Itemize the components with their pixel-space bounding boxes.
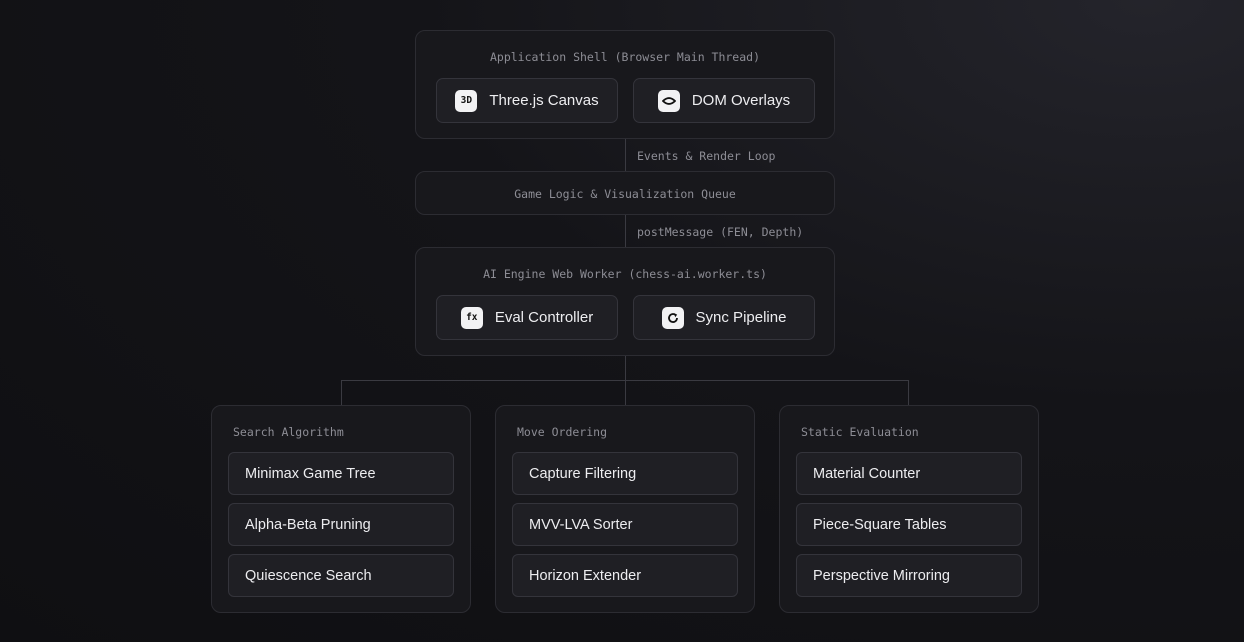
eval-controller-label: Eval Controller — [494, 309, 594, 326]
edge-label-events-render: Events & Render Loop — [637, 149, 776, 163]
sync-pipeline-chip[interactable]: Sync Pipeline — [633, 295, 815, 340]
threejs-canvas-label: Three.js Canvas — [489, 92, 599, 109]
game-logic-panel: Game Logic & Visualization Queue — [415, 171, 835, 215]
3d-icon: 3D — [455, 89, 478, 112]
search-algorithm-panel: Search Algorithm Minimax Game Tree Alpha… — [211, 405, 471, 613]
dom-overlays-label: DOM Overlays — [691, 92, 791, 109]
connector-branch-evaluation — [908, 380, 909, 405]
list-item[interactable]: Capture Filtering — [512, 452, 738, 495]
application-shell-title: Application Shell (Browser Main Thread) — [489, 50, 761, 64]
move-ordering-title: Move Ordering — [517, 425, 608, 439]
edge-label-postmessage: postMessage (FEN, Depth) — [637, 225, 804, 239]
list-item[interactable]: Quiescence Search — [228, 554, 454, 597]
list-item[interactable]: Perspective Mirroring — [796, 554, 1022, 597]
search-algorithm-title: Search Algorithm — [233, 425, 344, 439]
refresh-icon — [661, 306, 684, 329]
fx-icon: fx — [460, 306, 483, 329]
connector-branch-search — [341, 380, 342, 405]
list-item[interactable]: Minimax Game Tree — [228, 452, 454, 495]
sync-pipeline-label: Sync Pipeline — [695, 309, 787, 326]
connector-shell-logic — [625, 138, 626, 172]
static-evaluation-title: Static Evaluation — [801, 425, 919, 439]
dom-overlays-chip[interactable]: DOM Overlays — [633, 78, 815, 123]
ai-worker-title: AI Engine Web Worker (chess-ai.worker.ts… — [483, 267, 767, 281]
list-item[interactable]: Horizon Extender — [512, 554, 738, 597]
threejs-canvas-chip[interactable]: 3D Three.js Canvas — [436, 78, 618, 123]
connector-horizontal-bus — [341, 380, 909, 381]
move-ordering-panel: Move Ordering Capture Filtering MVV-LVA … — [495, 405, 755, 613]
list-item[interactable]: Alpha-Beta Pruning — [228, 503, 454, 546]
connector-logic-worker — [625, 214, 626, 248]
eval-controller-chip[interactable]: fx Eval Controller — [436, 295, 618, 340]
game-logic-title: Game Logic & Visualization Queue — [514, 187, 736, 201]
static-evaluation-panel: Static Evaluation Material Counter Piece… — [779, 405, 1039, 613]
ai-worker-panel: AI Engine Web Worker (chess-ai.worker.ts… — [415, 247, 835, 356]
list-item[interactable]: MVV-LVA Sorter — [512, 503, 738, 546]
eye-icon — [657, 89, 680, 112]
list-item[interactable]: Piece-Square Tables — [796, 503, 1022, 546]
application-shell-panel: Application Shell (Browser Main Thread) … — [415, 30, 835, 139]
list-item[interactable]: Material Counter — [796, 452, 1022, 495]
